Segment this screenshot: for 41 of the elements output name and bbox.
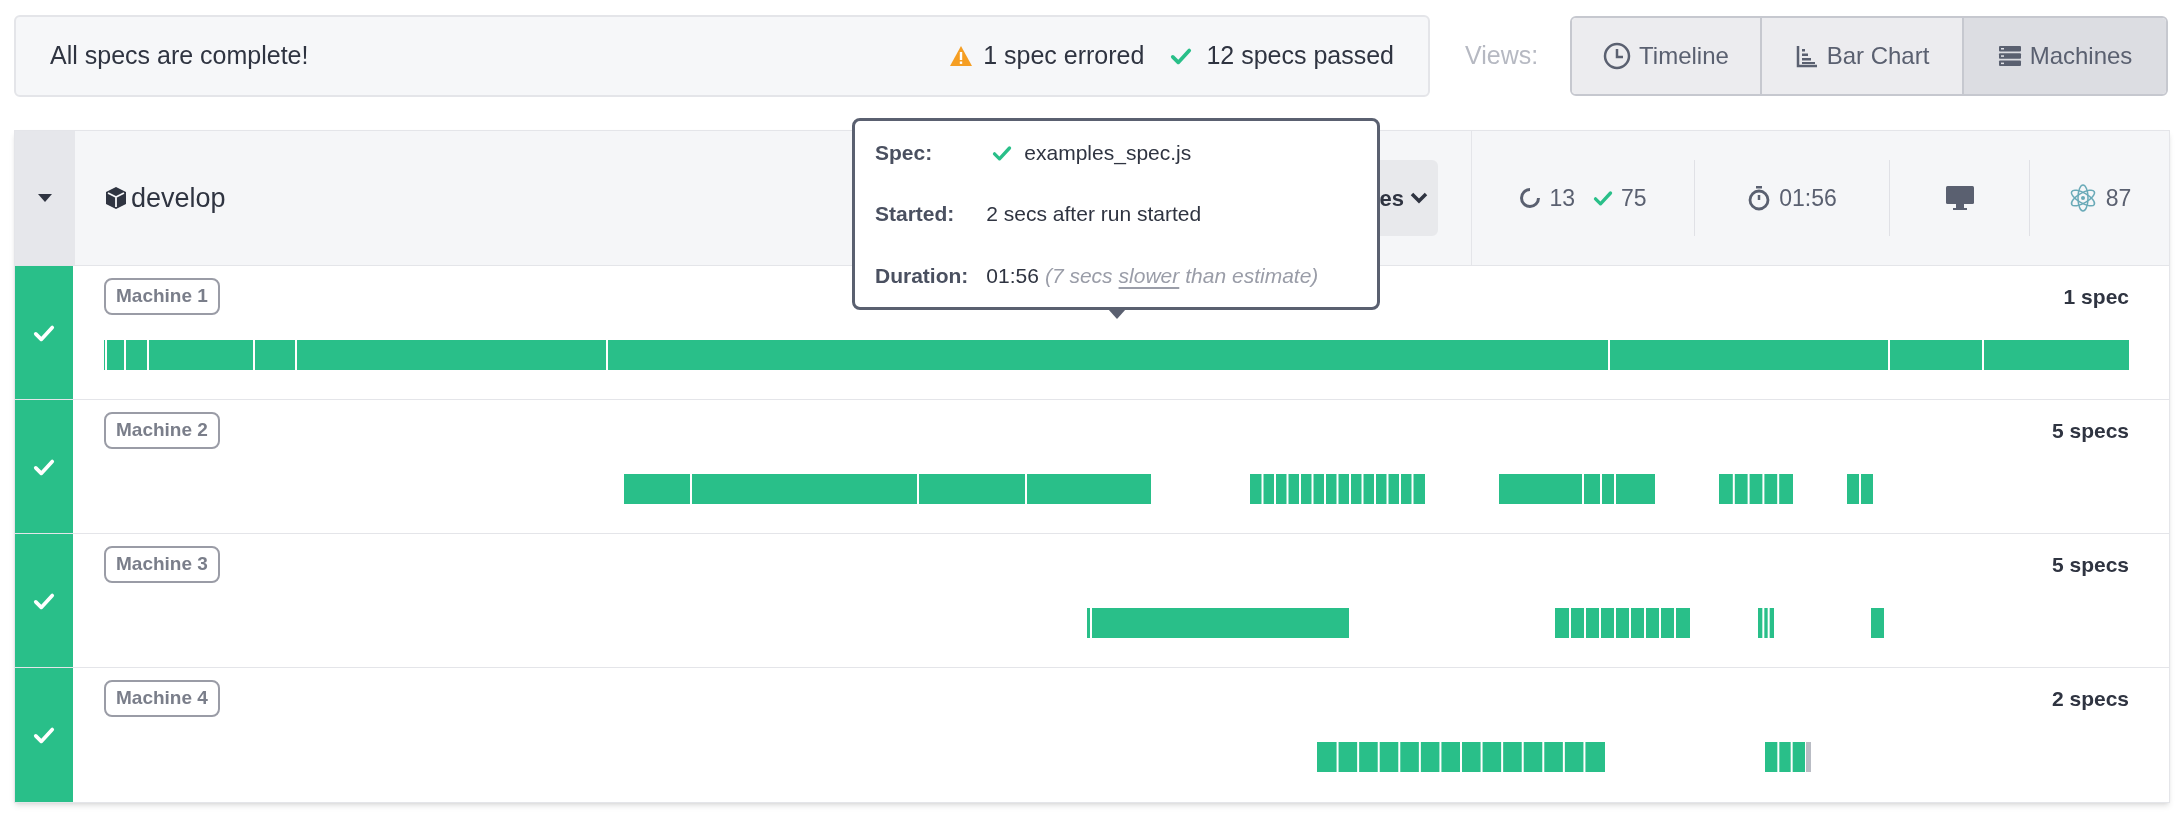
cube-icon	[104, 186, 127, 210]
estimate-note: (7 secs	[1044, 262, 1113, 289]
estimate-note: than estimate)	[1185, 262, 1319, 289]
stopwatch-icon	[1747, 185, 1772, 211]
estimate-link[interactable]: slower	[1118, 259, 1180, 291]
machine-label: Machine 4	[104, 680, 220, 717]
view-tab[interactable]: Machines	[1962, 18, 2166, 94]
warning-icon	[949, 45, 974, 67]
branch-name: develop	[130, 181, 226, 215]
expand-toggle[interactable]	[15, 131, 75, 265]
monitor-icon	[1944, 185, 1975, 211]
spec-duration: 01:56	[986, 262, 1039, 289]
chevron-down-icon	[1410, 192, 1428, 204]
view-tab[interactable]: Bar Chart	[1760, 18, 1962, 94]
spec-count: 2 specs	[2051, 685, 2129, 712]
errored-count: 1 spec errored	[983, 40, 1145, 72]
passed-tests-count: 75	[1621, 183, 1647, 213]
clock-icon	[1603, 42, 1632, 70]
server-icon	[1997, 45, 2022, 67]
spec-count: 5 specs	[2051, 417, 2129, 444]
bar-chart-icon	[1794, 44, 1819, 68]
tooltip-label: Spec:	[875, 140, 934, 166]
pending-count: 13	[1549, 183, 1575, 213]
spec-file-name: examples_spec.js	[1024, 140, 1192, 167]
browser-count: 87	[2105, 183, 2132, 213]
spec-count: 1 spec	[2063, 283, 2129, 310]
tooltip-label: Duration:	[875, 262, 969, 289]
start-time: 2 secs after run started	[986, 201, 1203, 228]
run-duration: 01:56	[1779, 183, 1837, 213]
machine-label: Machine 1	[104, 278, 220, 315]
tooltip-label: Started:	[875, 201, 956, 228]
machine-label: Machine 2	[104, 412, 220, 449]
spec-count: 5 specs	[2051, 551, 2129, 578]
passed-count: 12 specs passed	[1206, 40, 1394, 72]
progress-ring-icon	[1519, 187, 1542, 209]
view-tab[interactable]: Timeline	[1572, 18, 1760, 94]
machine-label: Machine 3	[104, 546, 220, 583]
views-label: Views:	[1465, 40, 1540, 72]
check-icon	[1593, 188, 1613, 208]
caret-icon	[36, 193, 53, 203]
status-message: All specs are complete!	[50, 40, 309, 72]
